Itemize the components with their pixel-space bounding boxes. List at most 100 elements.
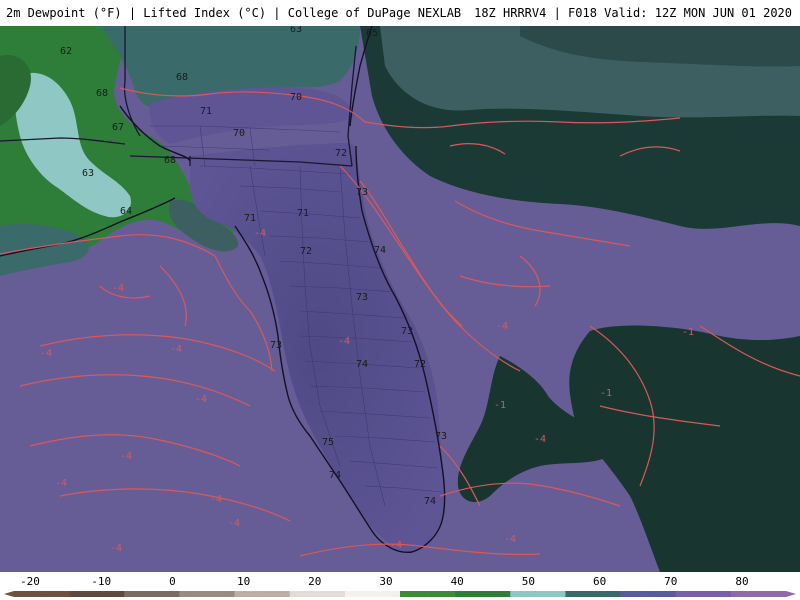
colorbar-block — [455, 591, 470, 597]
li-label: -4 — [110, 543, 122, 554]
li-label: -4 — [120, 451, 132, 462]
li-label: -4 — [55, 478, 67, 489]
colorbar-tick-label: 40 — [451, 575, 464, 588]
li-label: -4 — [170, 344, 182, 355]
colorbar-tick-label: 60 — [593, 575, 606, 588]
li-label: -4 — [496, 321, 508, 332]
colorbar-tick-label: -10 — [91, 575, 111, 588]
colorbar-block — [661, 591, 677, 597]
colorbar-block — [606, 591, 621, 597]
colorbar-block — [510, 591, 525, 597]
colorbar-block — [344, 591, 359, 597]
dewpoint-label: 75 — [322, 437, 334, 448]
dewpoint-label: 73 — [401, 326, 413, 337]
dewpoint-label: 63 — [290, 26, 302, 35]
colorbar-block — [124, 591, 139, 597]
colorbar-block — [358, 591, 373, 597]
colorbar-block — [482, 591, 497, 597]
product-title: 2m Dewpoint (°F) | Lifted Index (°C) | C… — [6, 6, 462, 20]
dewpoint-label: 71 — [200, 106, 212, 117]
colorbar-block — [96, 591, 111, 597]
dewpoint-label: 68 — [164, 155, 176, 166]
colorbar-block — [303, 591, 318, 597]
colorbar-tick-label: 30 — [379, 575, 392, 588]
colorbar-block — [110, 591, 125, 597]
colorbar-block — [565, 591, 580, 597]
dewpoint-label: 74 — [356, 359, 368, 370]
colorbar-block — [537, 591, 552, 597]
colorbar-block — [386, 591, 401, 597]
dewpoint-label: 70 — [290, 92, 302, 103]
colorbar-block — [689, 591, 704, 597]
colorbar-block — [317, 591, 332, 597]
colorbar-block — [207, 591, 222, 597]
dewpoint-label: 68 — [176, 72, 188, 83]
colorbar-block — [165, 591, 180, 597]
colorbar-block — [179, 591, 194, 597]
colorbar-block — [675, 591, 690, 597]
header: 2m Dewpoint (°F) | Lifted Index (°C) | C… — [0, 0, 800, 26]
dewpoint-label: 65 — [366, 28, 378, 39]
colorbar-tick-label: 70 — [664, 575, 677, 588]
dewpoint-label: 73 — [270, 340, 282, 351]
dewpoint-label: 67 — [112, 122, 124, 133]
colorbar-block — [234, 591, 249, 597]
colorbar-tick-label: 20 — [308, 575, 321, 588]
colorbar-tick-label: 10 — [237, 575, 250, 588]
colorbar-block — [372, 591, 387, 597]
colorbar-tick-label: 0 — [169, 575, 176, 588]
colorbar-blocks — [4, 591, 796, 597]
colorbar-block — [262, 591, 277, 597]
colorbar-block — [220, 591, 235, 597]
dewpoint-label: 72 — [335, 148, 347, 159]
dewpoint-label: 73 — [435, 431, 447, 442]
colorbar-block — [634, 591, 649, 597]
colorbar-block — [730, 591, 745, 597]
colorbar-tick-label: 50 — [522, 575, 535, 588]
dewpoint-label: 74 — [424, 496, 436, 507]
colorbar-block — [69, 591, 84, 597]
run-info: 18Z HRRRV4 | F018 Valid: 12Z MON JUN 01 … — [474, 6, 792, 20]
li-label: -1 — [682, 327, 694, 338]
li-label: -4 — [228, 518, 240, 529]
colorbar-block — [82, 591, 98, 597]
colorbar-block — [758, 591, 773, 597]
dewpoint-label: 73 — [356, 187, 368, 198]
dewpoint-label: 73 — [356, 292, 368, 303]
colorbar-ticks: -20 -10 0 10 20 30 40 50 60 70 80 — [20, 575, 749, 588]
colorbar-right-arrow — [786, 591, 796, 597]
colorbar-block — [593, 591, 608, 597]
colorbar-block — [620, 591, 635, 597]
li-label: -4 — [112, 283, 124, 294]
colorbar-block — [579, 591, 594, 597]
colorbar-block — [248, 591, 263, 597]
colorbar-tick-label: 80 — [735, 575, 748, 588]
colorbar-block — [193, 591, 208, 597]
colorbar-block — [400, 591, 415, 597]
colorbar-block — [138, 591, 153, 597]
colorbar-block — [441, 591, 456, 597]
li-label: -1 — [494, 400, 506, 411]
li-label: -4 — [40, 348, 52, 359]
colorbar-tick-label: -20 — [20, 575, 40, 588]
li-label: -4 — [195, 394, 207, 405]
li-label: -4 — [504, 534, 516, 545]
colorbar: -20 -10 0 10 20 30 40 50 60 70 80 — [0, 572, 800, 600]
colorbar-block — [331, 591, 346, 597]
dewpoint-label: 63 — [82, 168, 94, 179]
colorbar-block — [41, 591, 56, 597]
dewpoint-label: 70 — [233, 128, 245, 139]
colorbar-block — [289, 591, 304, 597]
dewpoint-label: 64 — [120, 206, 132, 217]
weather-map: 63 65 62 68 68 67 71 70 70 72 68 63 64 7… — [0, 26, 800, 572]
colorbar-left-arrow — [4, 591, 14, 597]
colorbar-block — [14, 591, 29, 597]
dewpoint-label: 62 — [60, 46, 72, 57]
dewpoint-label: 68 — [96, 88, 108, 99]
li-label: -1 — [600, 388, 612, 399]
dewpoint-label: 71 — [297, 208, 309, 219]
colorbar-block — [468, 591, 484, 597]
colorbar-block — [524, 591, 539, 597]
dewpoint-label: 74 — [329, 470, 341, 481]
colorbar-block — [648, 591, 663, 597]
